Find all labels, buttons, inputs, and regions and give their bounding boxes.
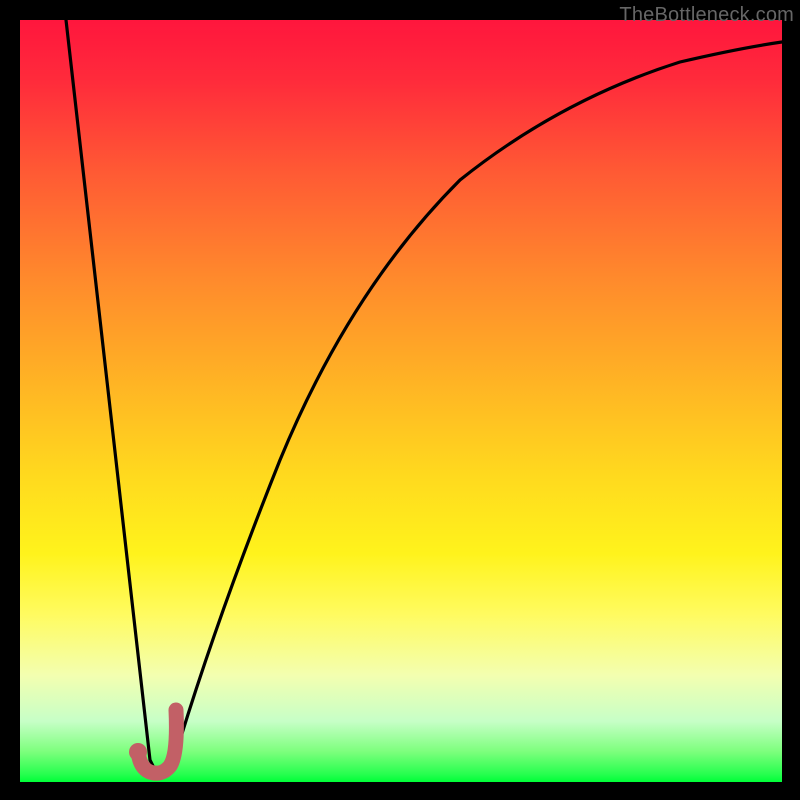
bottleneck-curve	[66, 20, 782, 773]
chart-svg-layer	[20, 20, 782, 782]
marker-j	[138, 710, 176, 773]
marker-dot	[129, 743, 147, 761]
watermark-text: TheBottleneck.com	[619, 4, 794, 27]
